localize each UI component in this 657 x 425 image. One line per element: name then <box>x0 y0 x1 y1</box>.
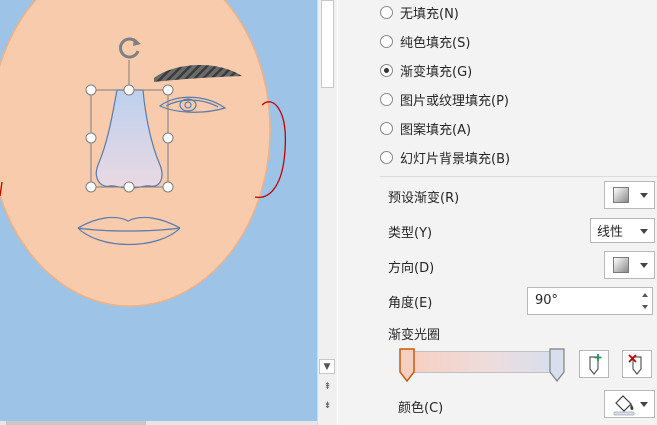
fill-option-label: 图片或纹理填充(P) <box>400 93 509 109</box>
fill-option-solid[interactable]: 纯色填充(S) <box>380 30 470 52</box>
scrollbar-thumb[interactable] <box>321 0 334 88</box>
radio-button[interactable] <box>380 92 393 106</box>
type-value: 线性 <box>597 225 624 240</box>
handle-right <box>162 132 174 144</box>
gradient-swatch-icon <box>613 187 629 203</box>
fill-option-label: 图案填充(A) <box>400 122 472 138</box>
fill-option-label: 幻灯片背景填充(B) <box>400 151 511 167</box>
handle-bottom-left <box>85 181 97 193</box>
handle-top-right <box>162 84 174 96</box>
color-label: 颜色(C) <box>398 401 444 416</box>
chevron-down-icon <box>640 263 648 268</box>
rotate-icon[interactable] <box>117 35 141 59</box>
radio-button[interactable] <box>380 150 393 164</box>
face-illustration <box>0 0 286 307</box>
radio-button[interactable] <box>380 5 393 19</box>
format-shape-panel: 无填充(N) 纯色填充(S) 渐变填充(G) 图片或纹理填充(P) 图案填充(A… <box>338 0 657 425</box>
angle-label: 角度(E) <box>388 296 433 311</box>
handle-bottom <box>123 181 135 193</box>
chevron-down-icon <box>640 193 648 198</box>
paint-bucket-icon <box>613 395 635 416</box>
radio-button[interactable] <box>380 34 393 48</box>
spin-down-icon[interactable] <box>642 305 648 309</box>
handle-bottom-right <box>162 181 174 193</box>
chevron-down-icon <box>640 229 648 234</box>
gradient-stops-bar[interactable] <box>406 351 556 373</box>
gradient-stop-start[interactable] <box>399 348 415 382</box>
section-divider <box>380 176 657 177</box>
handle-top <box>123 84 135 96</box>
chevron-down-icon <box>640 402 648 407</box>
double-chevron-down-icon[interactable]: ⇟ <box>319 399 336 414</box>
fill-option-label: 渐变填充(G) <box>400 64 473 80</box>
radio-button[interactable] <box>380 121 393 135</box>
direction-swatch-icon <box>613 257 629 273</box>
type-label: 类型(Y) <box>388 226 433 241</box>
fill-option-label: 纯色填充(S) <box>400 35 471 51</box>
direction-dropdown[interactable] <box>604 251 655 279</box>
double-chevron-up-icon[interactable]: ⇞ <box>319 380 336 395</box>
add-gradient-stop-button[interactable] <box>579 350 609 378</box>
fill-option-gradient[interactable]: 渐变填充(G) <box>380 59 472 81</box>
radio-button-selected[interactable] <box>380 63 393 77</box>
spin-up-icon[interactable] <box>642 293 648 297</box>
direction-label: 方向(D) <box>388 261 435 276</box>
angle-value: 90° <box>535 293 559 308</box>
fill-option-pattern[interactable]: 图案填充(A) <box>380 117 471 139</box>
gradient-stops-label: 渐变光圈 <box>388 328 441 343</box>
fill-option-picture[interactable]: 图片或纹理填充(P) <box>380 88 509 110</box>
chevron-down-icon[interactable]: ▼ <box>319 359 335 374</box>
horizontal-scrollbar-thumb[interactable] <box>6 421 146 425</box>
type-dropdown[interactable]: 线性 <box>590 218 655 243</box>
vertical-scrollbar[interactable]: ▼ ⇞ ⇟ <box>317 0 337 425</box>
add-gradient-stop-icon <box>589 354 602 375</box>
handle-left <box>85 132 97 144</box>
fill-option-none[interactable]: 无填充(N) <box>380 1 459 23</box>
preset-gradient-label: 预设渐变(R) <box>388 191 460 206</box>
preset-gradient-dropdown[interactable] <box>604 181 655 209</box>
remove-gradient-stop-icon <box>628 354 642 375</box>
remove-gradient-stop-button[interactable] <box>622 350 652 378</box>
handle-top-left <box>85 84 97 96</box>
angle-spinbox[interactable]: 90° <box>527 287 653 315</box>
horizontal-scrollbar[interactable] <box>0 421 317 425</box>
slide-canvas[interactable] <box>0 0 317 425</box>
fill-option-slide-background[interactable]: 幻灯片背景填充(B) <box>380 146 510 168</box>
gradient-stop-end[interactable] <box>549 348 565 382</box>
fill-color-button[interactable] <box>604 390 655 418</box>
fill-option-label: 无填充(N) <box>400 6 459 22</box>
